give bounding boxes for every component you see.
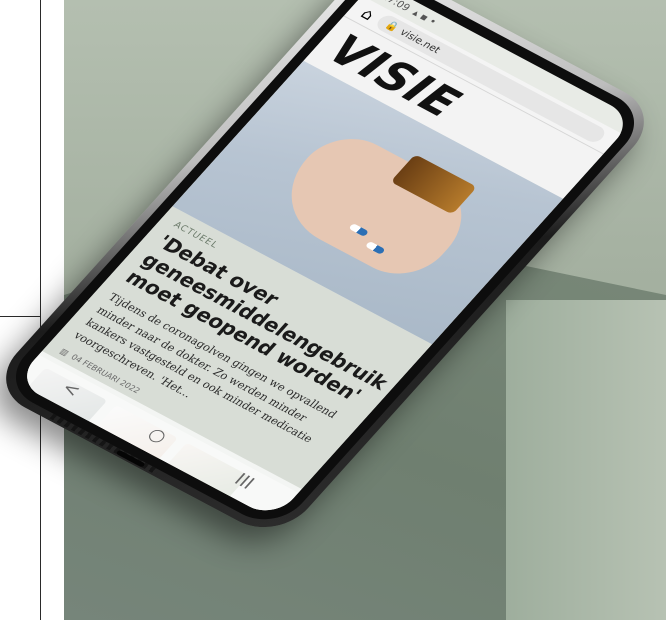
recents-button[interactable]: III xyxy=(230,469,259,493)
lock-icon: 🔒 xyxy=(383,19,402,34)
horizontal-rule xyxy=(0,316,41,317)
home-button[interactable]: ○ xyxy=(144,423,172,446)
backdrop-right-block xyxy=(506,300,666,620)
back-button[interactable]: < xyxy=(57,378,85,401)
home-icon[interactable]: ⌂ xyxy=(357,4,379,23)
calendar-icon: ▥ xyxy=(57,346,71,358)
vertical-rule xyxy=(40,0,41,620)
